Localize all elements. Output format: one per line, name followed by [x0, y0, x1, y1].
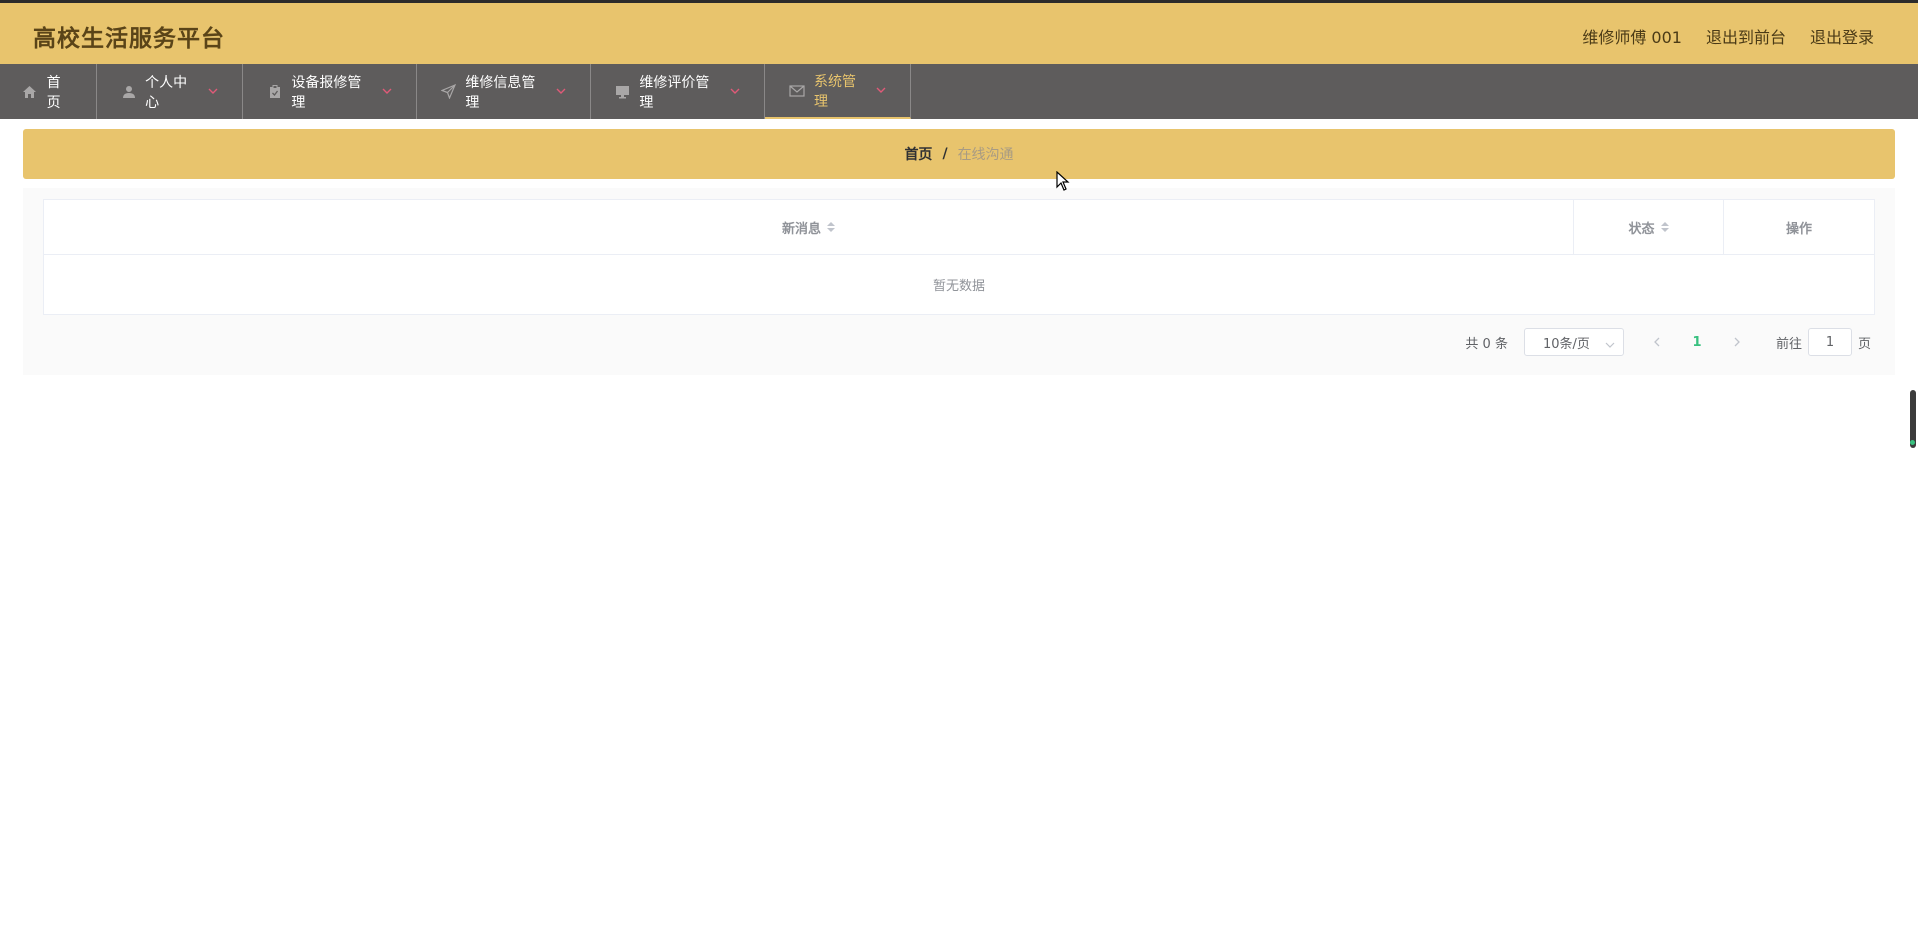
table-header: 新消息 状态 操作	[44, 200, 1874, 255]
goto-prefix: 前往	[1775, 336, 1802, 352]
message-table: 新消息 状态 操作 暂无数据	[43, 199, 1875, 315]
table-empty-row: 暂无数据	[44, 255, 1874, 314]
site-title: 高校生活服务平台	[33, 26, 225, 52]
column-label: 新消息	[781, 221, 821, 237]
current-user[interactable]: 维修师傅 001	[1582, 24, 1682, 48]
sort-icon[interactable]	[827, 222, 835, 232]
nav-item-repair-review[interactable]: 维修评价管理	[591, 64, 765, 119]
nav-label: 个人中心	[145, 74, 188, 111]
top-header: 高校生活服务平台 维修师傅 001 退出到前台 退出登录	[0, 0, 1918, 64]
breadcrumb-current: 在线沟通	[957, 147, 1014, 163]
nav-item-system-management[interactable]: 系统管理	[765, 64, 911, 119]
nav-label: 维修评价管理	[639, 74, 710, 111]
clipboard-icon	[267, 84, 282, 100]
nav-item-repair-info[interactable]: 维修信息管理	[417, 64, 591, 119]
page-size-select[interactable]: 10条/页	[1523, 328, 1624, 356]
page-size-value: 10条/页	[1542, 336, 1590, 352]
chevron-left-icon	[1654, 337, 1660, 347]
monitor-icon	[615, 84, 630, 100]
nav-label: 维修信息管理	[465, 74, 536, 111]
chevron-down-icon	[1605, 338, 1615, 353]
goto-suffix: 页	[1857, 336, 1871, 352]
nav-label: 首页	[46, 74, 61, 111]
chevron-down-icon	[730, 87, 740, 97]
nav-label: 系统管理	[814, 73, 856, 110]
content-area: 新消息 状态 操作 暂无数据 共 0 条 10条/页 1 前往 1 页	[23, 188, 1895, 375]
column-actions: 操作	[1724, 200, 1874, 254]
chevron-down-icon	[208, 87, 218, 97]
next-page-button[interactable]	[1722, 328, 1752, 356]
breadcrumb-home[interactable]: 首页	[904, 144, 932, 164]
column-label: 操作	[1785, 221, 1812, 237]
prev-page-button[interactable]	[1642, 328, 1672, 356]
nav-item-repair-request[interactable]: 设备报修管理	[243, 64, 417, 119]
header-actions: 维修师傅 001 退出到前台 退出登录	[1582, 24, 1874, 48]
column-new-message[interactable]: 新消息	[44, 200, 1574, 254]
pagination-total: 共 0 条	[1465, 336, 1508, 352]
user-icon	[121, 84, 136, 100]
nav-item-home[interactable]: 首页	[0, 64, 97, 119]
goto-page-input[interactable]	[1807, 328, 1852, 356]
chevron-right-icon	[1734, 337, 1740, 347]
sort-icon[interactable]	[1660, 222, 1669, 232]
breadcrumb-separator: /	[942, 146, 948, 162]
mouse-cursor-icon	[1056, 171, 1070, 191]
goto-page: 前往 页	[1776, 328, 1871, 356]
logout-link[interactable]: 退出登录	[1810, 24, 1874, 48]
chevron-down-icon	[556, 87, 566, 97]
mail-icon	[789, 83, 805, 99]
chevron-down-icon	[876, 86, 886, 96]
home-icon	[22, 84, 38, 100]
page-number-current[interactable]: 1	[1672, 328, 1722, 356]
nav-label: 设备报修管理	[291, 74, 362, 111]
pagination: 共 0 条 10条/页 1 前往 页	[1465, 328, 1871, 356]
send-icon	[441, 84, 457, 100]
nav-item-personal-center[interactable]: 个人中心	[97, 64, 243, 119]
column-status[interactable]: 状态	[1574, 200, 1724, 254]
scroll-indicator-dot	[1910, 440, 1915, 445]
empty-text: 暂无数据	[932, 279, 985, 294]
breadcrumb: 首页 / 在线沟通	[23, 129, 1895, 179]
chevron-down-icon	[382, 87, 392, 97]
column-label: 状态	[1628, 221, 1655, 237]
exit-to-front-link[interactable]: 退出到前台	[1706, 24, 1786, 48]
main-nav: 首页 个人中心 设备报修管理 维修信息管理 维修评价管理 系统管理	[0, 64, 1918, 119]
